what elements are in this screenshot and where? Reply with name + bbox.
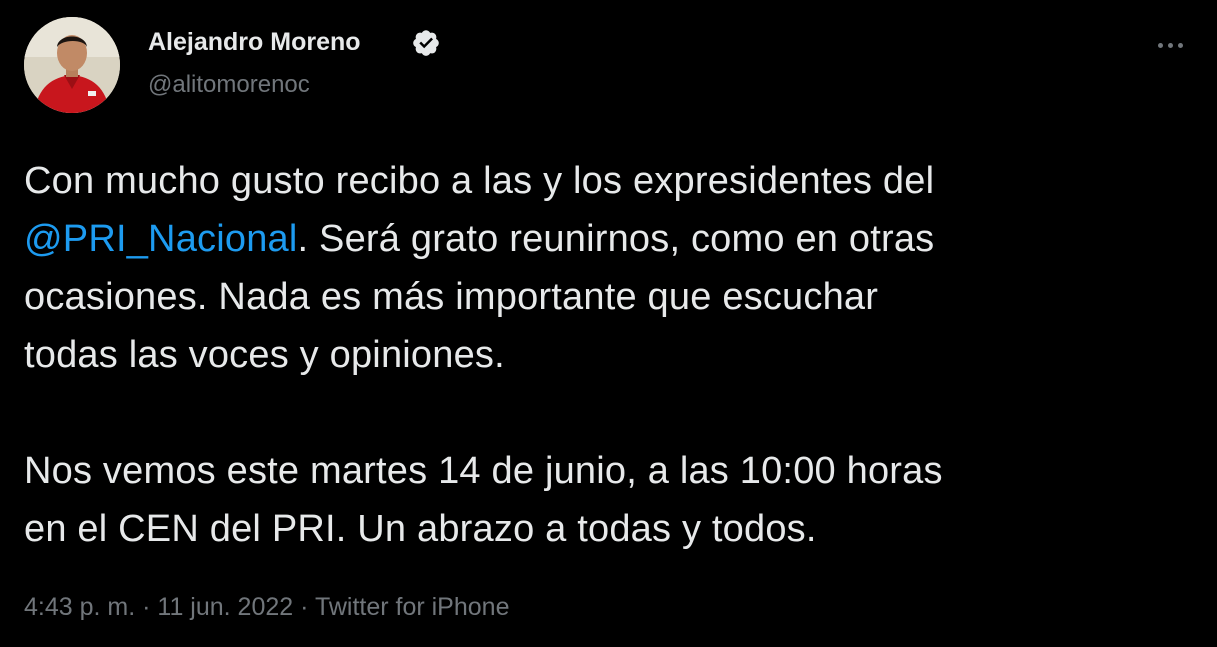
meta-separator: · xyxy=(293,593,315,621)
tweet-line-text: . Será grato reunirnos, como en otras xyxy=(297,218,935,260)
avatar-image xyxy=(24,17,120,113)
verified-badge-icon xyxy=(413,30,439,56)
author-handle[interactable]: @alitomorenoc xyxy=(148,70,310,100)
more-options-icon[interactable] xyxy=(1150,30,1190,60)
tweet-line: en el CEN del PRI. Un abrazo a todas y t… xyxy=(24,508,817,550)
tweet-metadata: 4:43 p. m. · 11 jun. 2022 · Twitter for … xyxy=(24,589,509,625)
tweet-source-link[interactable]: Twitter for iPhone xyxy=(315,593,510,621)
mention-link[interactable]: @PRI_Nacional xyxy=(24,218,298,260)
tweet-line: todas las voces y opiniones. xyxy=(24,334,505,376)
tweet-line: Con mucho gusto recibo a las y los expre… xyxy=(24,160,935,202)
tweet-line: @PRI_Nacional. Será grato reunirnos, com… xyxy=(24,210,1204,268)
meta-separator: · xyxy=(135,593,158,621)
tweet-date-link[interactable]: 11 jun. 2022 xyxy=(157,593,293,621)
tweet-line: Nos vemos este martes 14 de junio, a las… xyxy=(24,450,943,492)
avatar[interactable] xyxy=(24,17,120,113)
paragraph-break xyxy=(24,384,1204,442)
tweet-line: ocasiones. Nada es más importante que es… xyxy=(24,276,879,318)
tweet-text: Con mucho gusto recibo a las y los expre… xyxy=(24,152,1204,558)
author-display-name[interactable]: Alejandro Moreno xyxy=(148,27,361,57)
tweet-card: Alejandro Moreno @alitomorenoc Con mucho… xyxy=(0,0,1217,647)
tweet-time-link[interactable]: 4:43 p. m. xyxy=(24,593,135,621)
